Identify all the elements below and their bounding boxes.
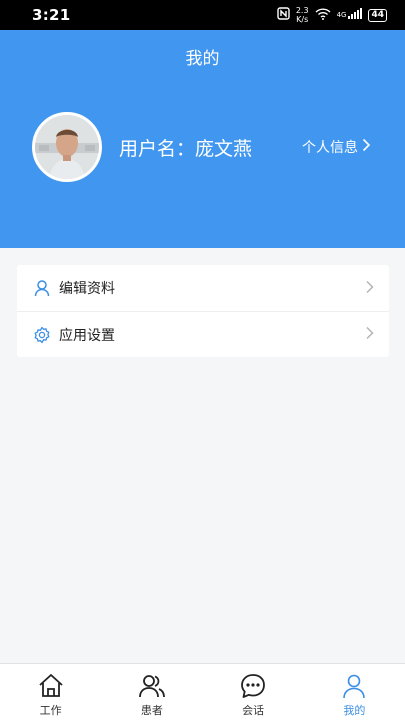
menu-item-label: 应用设置	[59, 327, 115, 344]
users-icon	[138, 675, 165, 698]
status-bar: 3:21 2.3 K/s 4G 44	[0, 0, 405, 30]
tab-label: 工作	[39, 704, 62, 717]
status-time: 3:21	[32, 6, 71, 24]
menu-item-app-settings[interactable]: 应用设置	[17, 311, 389, 357]
speed-value: 2.3	[295, 6, 309, 15]
tab-label: 我的	[343, 704, 366, 717]
username: 用户名： 庞文燕	[119, 134, 252, 161]
chevron-right-icon	[365, 279, 375, 298]
personal-info-label: 个人信息	[302, 140, 358, 156]
tab-mine[interactable]: 我的	[304, 664, 405, 720]
username-label: 用户名：	[119, 138, 196, 160]
home-icon	[39, 674, 63, 697]
user-icon	[33, 279, 51, 297]
personal-info-link[interactable]: 个人信息	[302, 137, 371, 157]
chevron-right-icon	[362, 138, 371, 156]
battery-icon: 44	[368, 8, 387, 22]
menu-card: 编辑资料 应用设置	[17, 265, 389, 357]
menu-item-label: 编辑资料	[59, 281, 115, 297]
user-icon	[343, 674, 366, 699]
avatar-image	[35, 115, 99, 179]
avatar[interactable]	[32, 112, 102, 182]
tab-label: 会话	[242, 704, 265, 717]
network-speed: 2.3 K/s	[296, 6, 309, 24]
signal-icon	[348, 8, 363, 22]
wifi-icon	[315, 7, 331, 23]
page-title: 我的	[185, 49, 220, 69]
nfc-icon	[277, 7, 290, 23]
chevron-right-icon	[365, 325, 375, 344]
menu-item-edit-profile[interactable]: 编辑资料	[17, 265, 389, 311]
network-type: 4G	[336, 11, 347, 19]
status-icons: 2.3 K/s 4G 44	[277, 6, 387, 24]
tab-label: 患者	[140, 704, 163, 717]
chat-icon	[241, 674, 266, 698]
speed-unit: K/s	[296, 15, 309, 24]
bottom-tab-bar: 工作 患者 会话 我的	[0, 663, 405, 720]
tab-work[interactable]: 工作	[0, 664, 101, 720]
gear-icon	[33, 326, 51, 344]
profile-header: 我的 用户名： 庞文燕 个人信息	[0, 30, 405, 248]
tab-patients[interactable]: 患者	[101, 664, 202, 720]
tab-chat[interactable]: 会话	[203, 664, 304, 720]
username-value: 庞文燕	[195, 138, 253, 160]
